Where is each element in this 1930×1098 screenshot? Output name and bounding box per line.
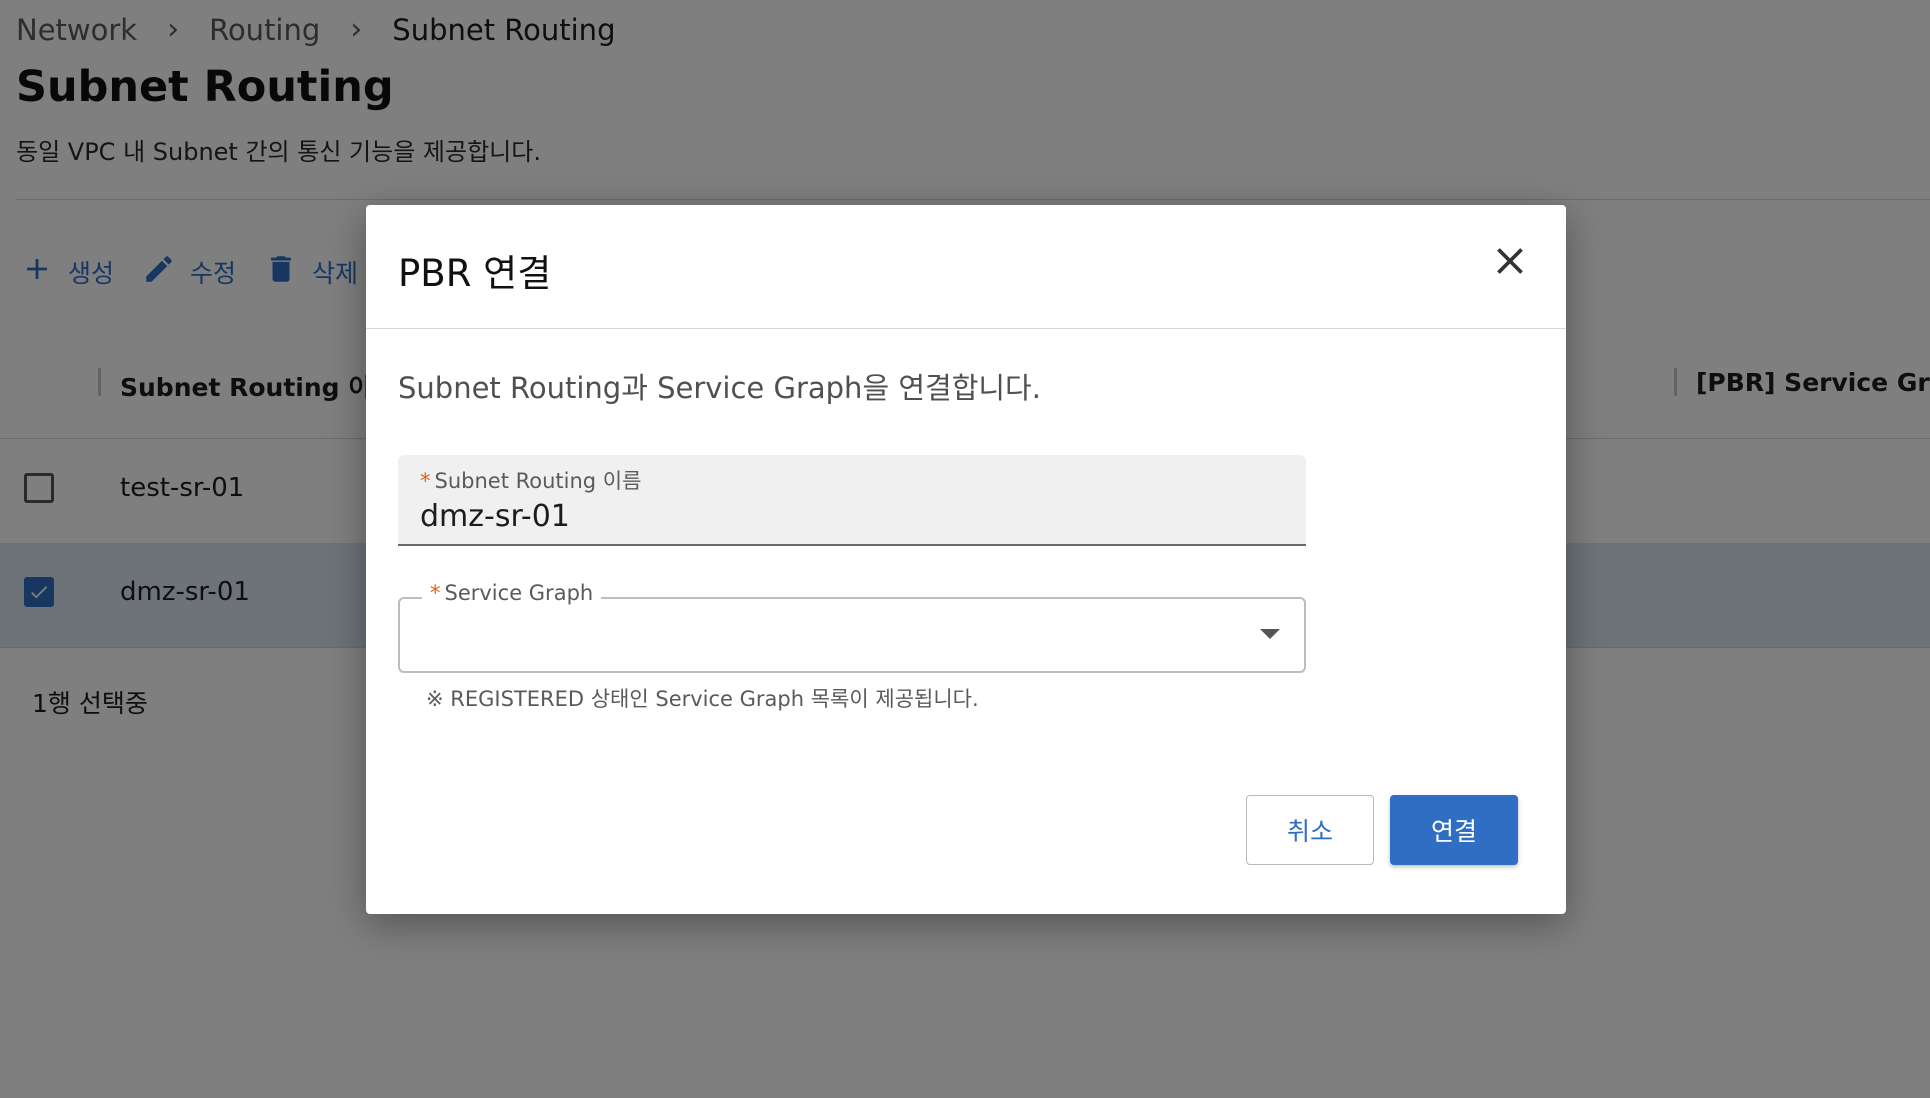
required-mark: * (430, 581, 441, 605)
dialog-description: Subnet Routing과 Service Graph을 연결합니다. (398, 371, 1041, 405)
dialog-title: PBR 연결 (398, 252, 552, 295)
page: Network › Routing › Subnet Routing Subne… (0, 0, 1930, 1098)
service-graph-select[interactable]: * Service Graph (398, 581, 1306, 673)
service-graph-label: * Service Graph (422, 581, 602, 605)
connect-button[interactable]: 연결 (1390, 795, 1518, 865)
service-graph-helper-text: ※ REGISTERED 상태인 Service Graph 목록이 제공됩니다… (426, 687, 979, 711)
close-icon (1497, 248, 1523, 274)
cancel-button[interactable]: 취소 (1246, 795, 1374, 865)
subnet-routing-name-input[interactable] (420, 499, 1280, 534)
field-label-text: Subnet Routing 이름 (434, 469, 642, 493)
subnet-routing-name-label: * Subnet Routing 이름 (420, 465, 641, 495)
close-button[interactable] (1488, 239, 1532, 283)
required-mark: * (420, 469, 431, 493)
dialog-header: PBR 연결 (366, 205, 1566, 329)
pbr-connect-dialog: PBR 연결 Subnet Routing과 Service Graph을 연결… (366, 205, 1566, 914)
dropdown-caret-icon (1260, 629, 1280, 639)
field-label-text: Service Graph (444, 581, 594, 605)
subnet-routing-name-field: * Subnet Routing 이름 (398, 455, 1306, 546)
